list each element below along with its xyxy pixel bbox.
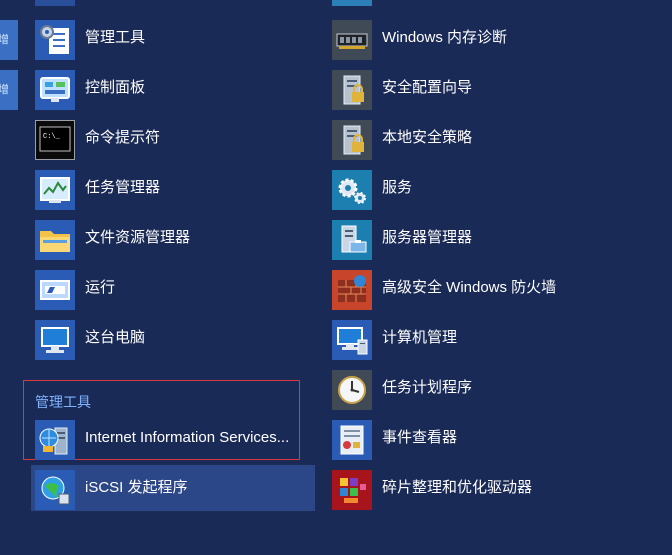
iis-icon	[35, 420, 75, 460]
services-icon	[332, 170, 372, 210]
file-explorer-icon	[35, 220, 75, 260]
app-label: 事件查看器	[382, 429, 458, 446]
app-label: 任务计划程序	[382, 379, 473, 396]
app-label: 运行	[85, 279, 116, 296]
local-security-policy-icon	[332, 120, 372, 160]
event-viewer-icon	[332, 420, 372, 460]
app-run[interactable]: 运行	[0, 266, 300, 310]
app-label: 控制面板	[85, 79, 146, 96]
app-label: Internet Information Services...	[85, 429, 290, 446]
app-command-prompt[interactable]: C:\_ 命令提示符	[0, 116, 300, 160]
app-event-viewer[interactable]: 事件查看器	[297, 416, 597, 460]
server-manager-icon	[332, 220, 372, 260]
app-label: Windows 内存诊断	[382, 29, 508, 46]
app-local-security-policy[interactable]: 本地安全策略	[297, 116, 597, 160]
app-firewall[interactable]: 高级安全 Windows 防火墙	[297, 266, 597, 310]
control-panel-icon	[35, 70, 75, 110]
app-services[interactable]: 服务	[297, 166, 597, 210]
this-pc-icon	[35, 320, 75, 360]
app-computer-management[interactable]: 计算机管理	[297, 316, 597, 360]
app-label: 碎片整理和优化驱动器	[382, 479, 533, 496]
app-label: 文件资源管理器	[85, 229, 191, 246]
app-control-panel[interactable]: 控制面板	[0, 66, 300, 110]
app-label: 这台电脑	[85, 329, 146, 346]
section-title[interactable]: 管理工具	[35, 392, 91, 412]
task-scheduler-icon	[332, 370, 372, 410]
partial-tile-col1[interactable]	[35, 0, 75, 6]
app-this-pc[interactable]: 这台电脑	[0, 316, 300, 360]
app-iis[interactable]: Internet Information Services...	[0, 416, 300, 460]
app-iscsi-initiator[interactable]: iSCSI 发起程序	[0, 466, 300, 510]
app-task-manager[interactable]: 任务管理器	[0, 166, 300, 210]
defragment-icon	[332, 470, 372, 510]
app-label: 安全配置向导	[382, 79, 473, 96]
computer-management-icon	[332, 320, 372, 360]
app-label: 服务器管理器	[382, 229, 473, 246]
app-label: 服务	[382, 179, 413, 196]
app-label: 任务管理器	[85, 179, 161, 196]
app-security-wizard[interactable]: 安全配置向导	[297, 66, 597, 110]
app-defragment[interactable]: 碎片整理和优化驱动器	[297, 466, 597, 510]
app-label: 本地安全策略	[382, 129, 473, 146]
app-file-explorer[interactable]: 文件资源管理器	[0, 216, 300, 260]
partial-tile-col2[interactable]	[332, 0, 372, 6]
admin-tools-icon	[35, 20, 75, 60]
app-server-manager[interactable]: 服务器管理器	[297, 216, 597, 260]
app-label: 命令提示符	[85, 129, 161, 146]
command-prompt-icon: C:\_	[35, 120, 75, 160]
app-admin-tools[interactable]: 管理工具	[0, 16, 300, 60]
app-memory-diagnostic[interactable]: Windows 内存诊断	[297, 16, 597, 60]
app-label: 计算机管理	[382, 329, 458, 346]
task-manager-icon	[35, 170, 75, 210]
app-label: 高级安全 Windows 防火墙	[382, 279, 557, 296]
memory-diagnostic-icon	[332, 20, 372, 60]
app-task-scheduler[interactable]: 任务计划程序	[297, 366, 597, 410]
svg-text:C:\_: C:\_	[43, 133, 61, 141]
firewall-icon	[332, 270, 372, 310]
run-icon	[35, 270, 75, 310]
iscsi-initiator-icon	[35, 470, 75, 510]
app-label: iSCSI 发起程序	[85, 479, 188, 496]
app-label: 管理工具	[85, 29, 146, 46]
security-wizard-icon	[332, 70, 372, 110]
